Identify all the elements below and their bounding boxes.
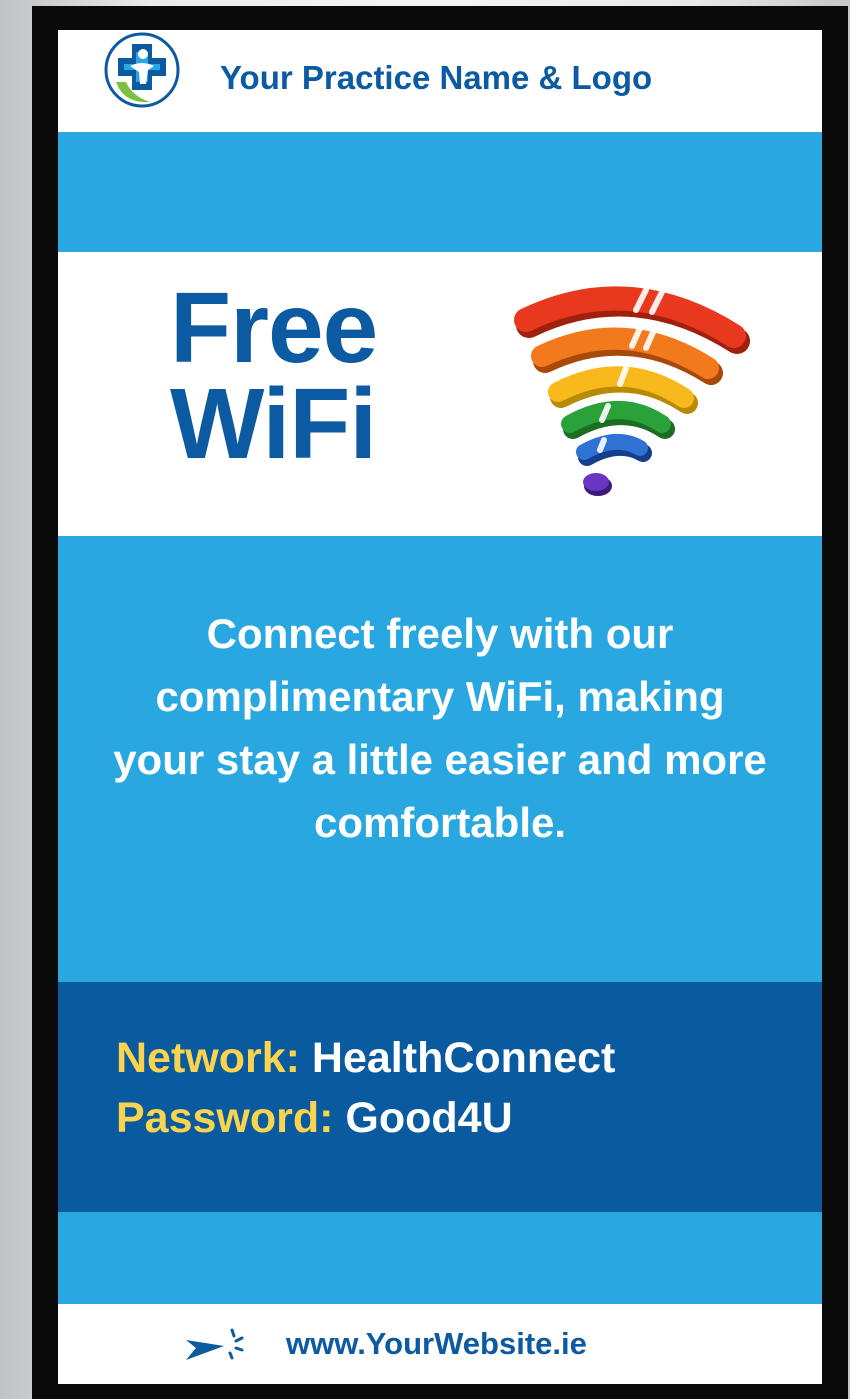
title-line-free: Free (170, 272, 378, 384)
bottom-spacer-band (58, 1212, 822, 1304)
click-cursor-icon (186, 1328, 244, 1360)
network-label: Network: (116, 1034, 300, 1082)
header: Your Practice Name & Logo (58, 30, 822, 132)
password-label: Password: (116, 1094, 334, 1142)
top-spacer-band (58, 132, 822, 252)
title-line-wifi: WiFi (170, 368, 377, 480)
network-value: HealthConnect (311, 1034, 616, 1082)
signage-screen: Your Practice Name & Logo Free WiFi Conn… (58, 30, 822, 1384)
practice-name: Your Practice Name & Logo (220, 59, 653, 96)
credentials-section: Network: HealthConnect Password: Good4U (58, 982, 822, 1212)
message-section: Connect freely with our complimentary Wi… (58, 536, 822, 982)
password-value: Good4U (345, 1094, 513, 1142)
footer: www.YourWebsite.ie (58, 1304, 822, 1384)
rainbow-wifi-icon (514, 286, 750, 496)
password-line: Password: Good4U (116, 1094, 513, 1143)
hero-section: Free WiFi (58, 252, 822, 536)
medical-figure-logo-icon (104, 32, 180, 108)
welcome-message: Connect freely with our complimentary Wi… (113, 610, 767, 846)
network-line: Network: HealthConnect (116, 1034, 615, 1083)
website-link[interactable]: www.YourWebsite.ie (286, 1326, 587, 1362)
free-wifi-title: Free WiFi (170, 272, 378, 480)
